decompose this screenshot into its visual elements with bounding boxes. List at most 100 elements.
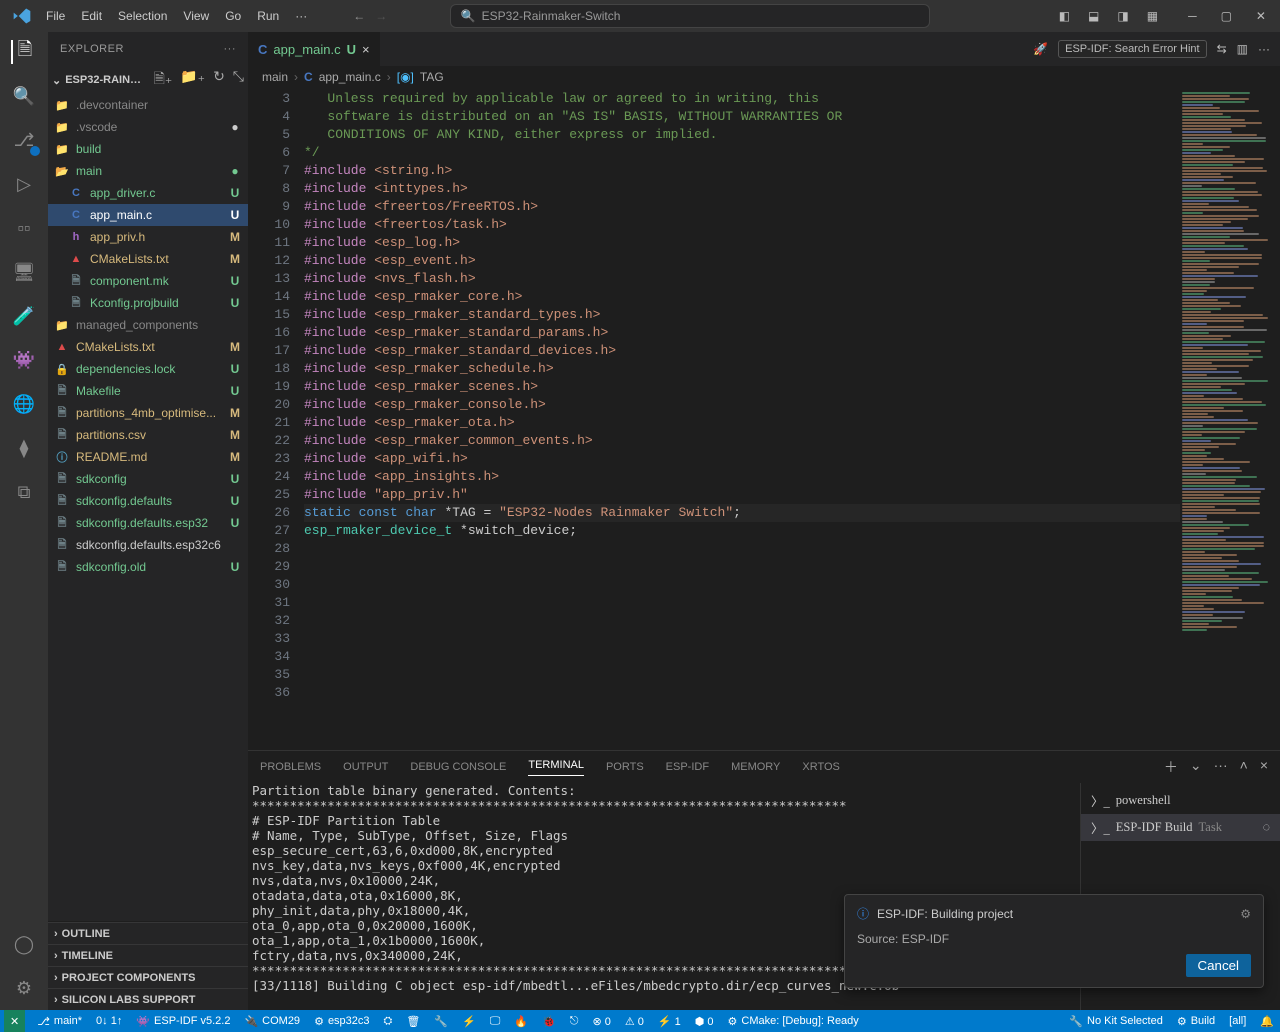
crumb-file[interactable]: app_main.c: [319, 70, 381, 84]
tree-item[interactable]: 🗎sdkconfig.defaults.esp32U: [48, 512, 248, 534]
status-cmake[interactable]: ⚙ CMake: [Debug]: Ready: [726, 1015, 861, 1028]
tree-item[interactable]: 📁build: [48, 138, 248, 160]
activity-explorer-icon[interactable]: 🗎: [11, 40, 35, 64]
status-chip[interactable]: ⚙ esp32c3: [312, 1015, 371, 1028]
status-port[interactable]: 🔌 COM29: [242, 1015, 302, 1028]
new-folder-icon[interactable]: 📁₊: [180, 68, 205, 92]
tree-item[interactable]: Capp_main.cU: [48, 204, 248, 226]
activity-esp-alien-icon[interactable]: 👾: [12, 348, 36, 372]
panel-tab-debug-console[interactable]: DEBUG CONSOLE: [410, 761, 506, 773]
status-remote-icon[interactable]: ✕: [4, 1010, 25, 1032]
activity-test-icon[interactable]: 🧪: [12, 304, 36, 328]
tree-item[interactable]: 📁managed_components: [48, 314, 248, 336]
tree-item[interactable]: ⓘREADME.mdM: [48, 446, 248, 468]
status-warnings[interactable]: ⚠ 0: [623, 1015, 646, 1028]
tree-item[interactable]: 🗎component.mkU: [48, 270, 248, 292]
maximize-icon[interactable]: ▢: [1217, 7, 1236, 25]
status-plug-icon[interactable]: ⎋: [568, 1015, 581, 1028]
project-header[interactable]: ⌄ ESP32-RAINMAK... 🗎₊ 📁₊ ↻ ⤡: [48, 66, 248, 94]
activity-account-icon[interactable]: ◯: [12, 932, 36, 956]
status-ports[interactable]: ⚡ 1: [656, 1015, 683, 1028]
tree-item[interactable]: 🗎partitions_4mb_optimise...M: [48, 402, 248, 424]
status-gear-icon[interactable]: ⛭: [382, 1015, 395, 1028]
tree-item[interactable]: 📂main●: [48, 160, 248, 182]
activity-scm-icon[interactable]: ⎇: [12, 128, 36, 152]
status-branch[interactable]: ⎇ main*: [35, 1015, 84, 1028]
menu-go[interactable]: Go: [219, 5, 247, 27]
crumb-symbol[interactable]: TAG: [420, 70, 444, 84]
tree-item[interactable]: 🗎sdkconfigU: [48, 468, 248, 490]
panel-tab-output[interactable]: OUTPUT: [343, 761, 388, 773]
minimize-icon[interactable]: ─: [1184, 7, 1201, 25]
sidebar-more-icon[interactable]: ···: [224, 43, 237, 55]
tree-item[interactable]: 🗎partitions.csvM: [48, 424, 248, 446]
collapse-icon[interactable]: ⤡: [233, 68, 244, 92]
tree-item[interactable]: 🗎sdkconfig.defaultsU: [48, 490, 248, 512]
panel-tab-xrtos[interactable]: XRTOS: [802, 761, 840, 773]
status-build-btn[interactable]: ⚙ Build: [1175, 1015, 1217, 1028]
tree-item[interactable]: ▲CMakeLists.txtM: [48, 248, 248, 270]
esp-rocket-icon[interactable]: 🚀: [1033, 42, 1048, 56]
terminal-item[interactable]: 〉_ ESP-IDF Build Task◌: [1081, 814, 1280, 841]
activity-esp-chip-icon[interactable]: 🌐: [12, 392, 36, 416]
cancel-button[interactable]: Cancel: [1186, 954, 1252, 977]
breadcrumb[interactable]: main › C app_main.c › [◉] TAG: [248, 66, 1280, 88]
layout-right-icon[interactable]: ◨: [1113, 7, 1132, 25]
activity-esp-cfg-icon[interactable]: ⧉: [12, 480, 36, 504]
status-flash-icon[interactable]: ⚡: [460, 1015, 478, 1028]
layout-left-icon[interactable]: ◧: [1055, 7, 1074, 25]
new-terminal-icon[interactable]: ＋: [1164, 757, 1178, 777]
close-panel-icon[interactable]: ×: [1260, 757, 1268, 777]
status-sync[interactable]: 0↓ 1↑: [94, 1015, 124, 1027]
menu-file[interactable]: File: [40, 5, 71, 27]
activity-settings-icon[interactable]: ⚙: [12, 976, 36, 1000]
tab-close-icon[interactable]: ×: [362, 42, 370, 57]
esp-search-error-hint[interactable]: ESP-IDF: Search Error Hint: [1058, 40, 1206, 58]
status-flame-icon[interactable]: 🔥: [512, 1015, 530, 1028]
status-build-icon[interactable]: 🔧: [432, 1015, 450, 1028]
status-bug[interactable]: ⬢ 0: [693, 1015, 716, 1028]
activity-esp-wave-icon[interactable]: ⧫: [12, 436, 36, 460]
code-editor[interactable]: 3456789101112131415161718192021222324252…: [248, 88, 1180, 750]
close-icon[interactable]: ✕: [1252, 7, 1270, 25]
tree-item[interactable]: Capp_driver.cU: [48, 182, 248, 204]
panel-tab-terminal[interactable]: TERMINAL: [528, 759, 584, 776]
sidebar-section-project-components[interactable]: › PROJECT COMPONENTS: [48, 966, 248, 988]
menu-view[interactable]: View: [177, 5, 215, 27]
sidebar-section-outline[interactable]: › OUTLINE: [48, 922, 248, 944]
maximize-panel-icon[interactable]: ˄: [1240, 757, 1248, 777]
menu-more[interactable]: ···: [289, 5, 313, 27]
layout-grid-icon[interactable]: ▦: [1143, 7, 1162, 25]
layout-bottom-icon[interactable]: ⬓: [1084, 7, 1103, 25]
nav-back-icon[interactable]: ←: [353, 9, 365, 23]
status-target[interactable]: [all]: [1227, 1015, 1248, 1027]
activity-extensions-icon[interactable]: ▫▫: [12, 216, 36, 240]
tree-item[interactable]: ▲CMakeLists.txtM: [48, 336, 248, 358]
menu-run[interactable]: Run: [251, 5, 285, 27]
panel-tab-memory[interactable]: MEMORY: [731, 761, 780, 773]
tree-item[interactable]: happ_priv.hM: [48, 226, 248, 248]
status-debug-icon[interactable]: 🐞: [540, 1015, 558, 1028]
minimap[interactable]: [1180, 88, 1280, 750]
status-monitor-icon[interactable]: 🖵: [488, 1015, 503, 1028]
refresh-icon[interactable]: ↻: [213, 68, 225, 92]
activity-run-icon[interactable]: ▷: [12, 172, 36, 196]
tree-item[interactable]: 📁.devcontainer: [48, 94, 248, 116]
status-bell-icon[interactable]: 🔔: [1258, 1015, 1276, 1028]
new-file-icon[interactable]: 🗎₊: [154, 68, 173, 92]
crumb-folder[interactable]: main: [262, 70, 288, 84]
sidebar-section-silicon-labs-support[interactable]: › SILICON LABS SUPPORT: [48, 988, 248, 1010]
tree-item[interactable]: 🔒dependencies.lockU: [48, 358, 248, 380]
gear-icon[interactable]: ⚙: [1240, 907, 1251, 921]
terminal-item[interactable]: 〉_ powershell: [1081, 787, 1280, 814]
tree-item[interactable]: 📁.vscode●: [48, 116, 248, 138]
split-editor-icon[interactable]: ▥: [1237, 42, 1248, 56]
command-center[interactable]: 🔍 ESP32-Rainmaker-Switch: [450, 4, 930, 28]
tree-item[interactable]: 🗎MakefileU: [48, 380, 248, 402]
status-clean-icon[interactable]: 🗑: [404, 1015, 422, 1028]
status-errors[interactable]: ⊗ 0: [590, 1015, 612, 1028]
tree-item[interactable]: 🗎sdkconfig.defaults.esp32c6: [48, 534, 248, 556]
menu-edit[interactable]: Edit: [75, 5, 108, 27]
panel-tab-problems[interactable]: PROBLEMS: [260, 761, 321, 773]
tree-item[interactable]: 🗎Kconfig.projbuildU: [48, 292, 248, 314]
